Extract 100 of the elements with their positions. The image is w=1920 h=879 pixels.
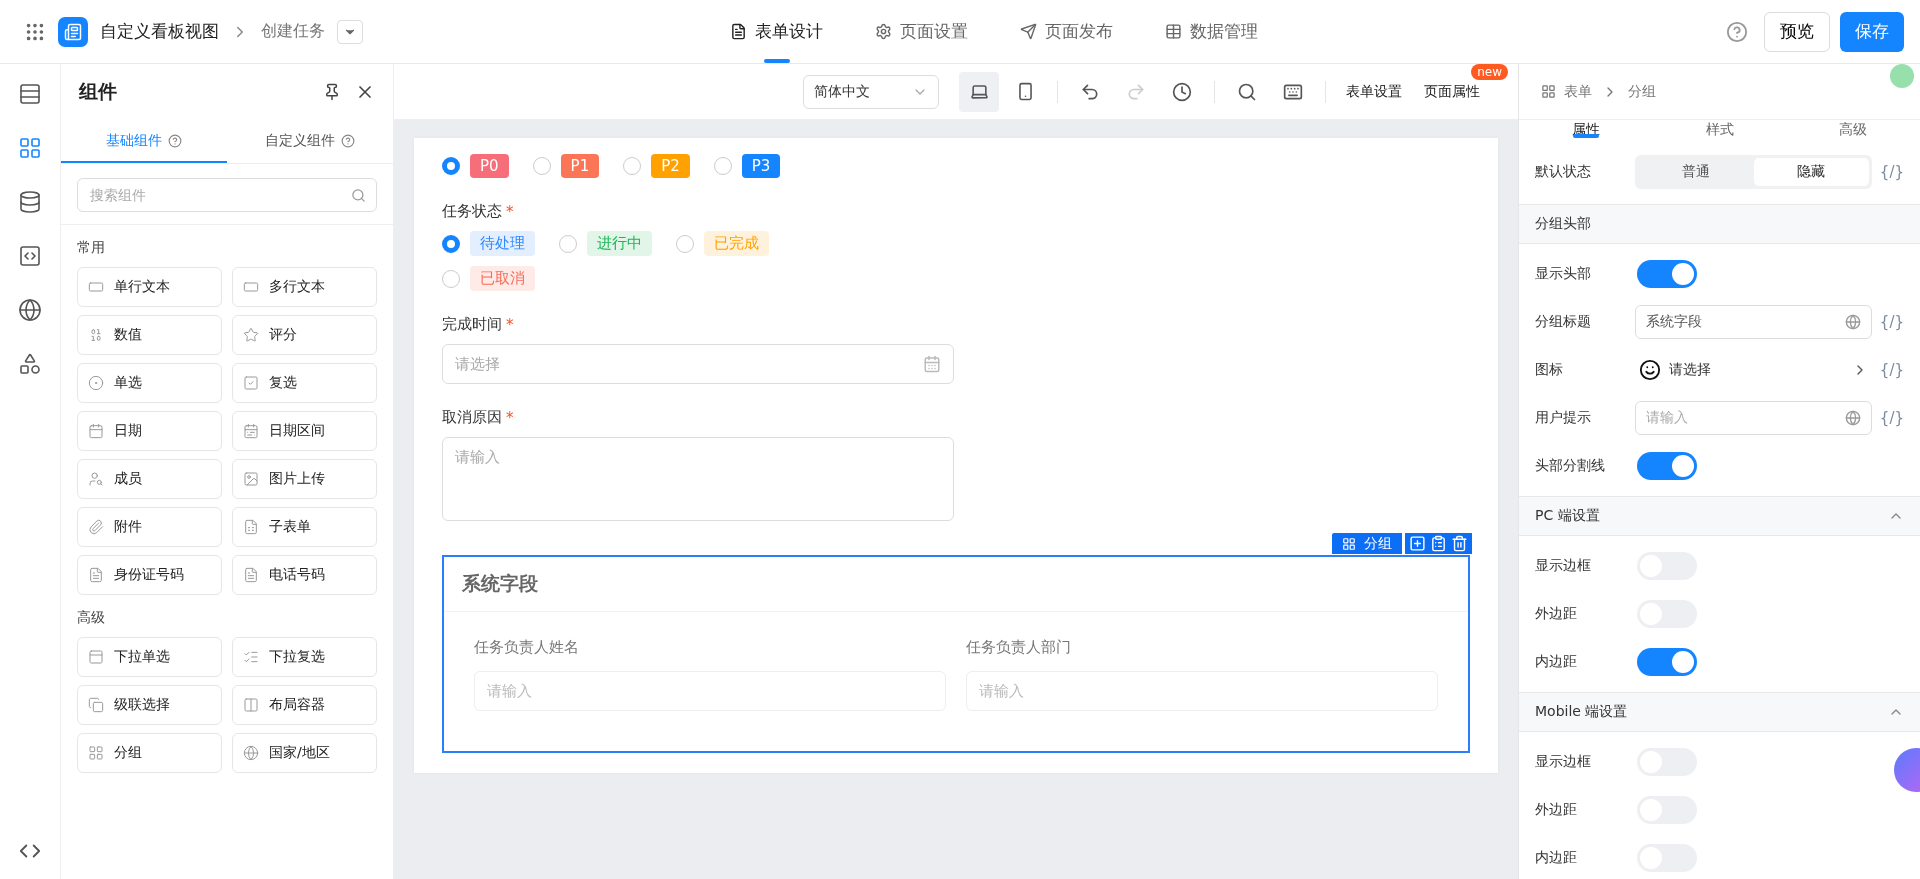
- expression-button[interactable]: {/}: [1879, 163, 1904, 181]
- property-label: 图标: [1535, 361, 1564, 379]
- toolbar-link[interactable]: 表单设置: [1338, 82, 1410, 101]
- property-label: 外边距: [1535, 801, 1578, 819]
- globe-icon: [1844, 410, 1861, 426]
- property-label: 默认状态: [1535, 163, 1592, 181]
- expression-button[interactable]: {/}: [1879, 313, 1904, 331]
- search-field[interactable]: 搜索组件: [77, 178, 377, 212]
- input-icon: [243, 279, 259, 295]
- component-item[interactable]: 布局容器: [232, 685, 377, 725]
- component-item[interactable]: 多行文本: [232, 267, 377, 307]
- input-icon: [88, 279, 104, 295]
- component-item[interactable]: 单选: [77, 363, 222, 403]
- nav-tab[interactable]: 表单设计: [724, 0, 829, 63]
- calendar-icon: [243, 423, 259, 439]
- segment-option[interactable]: 普通: [1638, 158, 1754, 186]
- paper-plane-icon: [1020, 23, 1037, 40]
- section-header[interactable]: PC 端设置: [1519, 496, 1920, 536]
- image-icon: [243, 471, 259, 487]
- group-title: 系统字段: [444, 557, 1468, 612]
- component-item[interactable]: 复选: [232, 363, 377, 403]
- radio-button[interactable]: [713, 157, 732, 175]
- nav-tab[interactable]: 页面设置: [869, 0, 974, 63]
- component-item[interactable]: 电话号码: [232, 555, 377, 595]
- grid-icon: [1342, 536, 1356, 551]
- add-icon[interactable]: [1409, 535, 1426, 552]
- section-header[interactable]: 分组头部: [1519, 204, 1920, 244]
- property-label: 内边距: [1535, 849, 1578, 867]
- nav-tab[interactable]: 页面发布: [1014, 0, 1119, 63]
- property-label: 显示边框: [1535, 557, 1592, 575]
- delete-icon[interactable]: [1451, 535, 1468, 552]
- field-label: 完成时间: [442, 315, 502, 334]
- radio-button[interactable]: [532, 157, 551, 175]
- page-name: 创建任务: [261, 21, 325, 42]
- property-label: 分组标题: [1535, 313, 1592, 331]
- radio-button[interactable]: [676, 234, 694, 253]
- component-item[interactable]: 成员: [77, 459, 222, 499]
- segment-option[interactable]: 隐藏: [1753, 158, 1869, 186]
- radio-icon: [88, 375, 104, 391]
- component-item[interactable]: 日期区间: [232, 411, 377, 451]
- required-mark: *: [506, 202, 514, 221]
- section-header[interactable]: Mobile 端设置: [1519, 692, 1920, 732]
- group-heading: 高级: [77, 608, 106, 627]
- nav-tab[interactable]: 数据管理: [1159, 0, 1264, 63]
- component-item[interactable]: 子表单: [232, 507, 377, 547]
- help-icon: [168, 133, 182, 148]
- component-item[interactable]: 级联选择: [77, 685, 222, 725]
- radio-button[interactable]: [442, 234, 460, 253]
- panel-tab[interactable]: 基础组件: [61, 120, 227, 163]
- panel-tab[interactable]: 自定义组件: [227, 120, 393, 163]
- field-label: 任务状态: [442, 202, 502, 221]
- option-tag: P1: [560, 154, 600, 178]
- toolbar-link[interactable]: 页面属性: [1416, 82, 1488, 101]
- breadcrumb-link[interactable]: 表单: [1541, 82, 1592, 101]
- paperclip-icon: [88, 519, 104, 535]
- component-item[interactable]: 分组: [77, 733, 222, 773]
- toggle-switch[interactable]: [1637, 260, 1697, 288]
- laptop-icon[interactable]: [959, 71, 999, 112]
- component-item[interactable]: 国家/地区: [232, 733, 377, 773]
- component-item[interactable]: 单行文本: [77, 267, 222, 307]
- toggle-switch[interactable]: [1637, 452, 1697, 480]
- radio-button[interactable]: [623, 157, 642, 175]
- required-mark: *: [506, 408, 514, 427]
- radio-button[interactable]: [559, 234, 577, 253]
- option-tag: P0: [470, 154, 509, 178]
- page-dropdown[interactable]: [337, 19, 363, 44]
- option-tag: 已完成: [704, 231, 769, 256]
- component-item[interactable]: 数值: [77, 315, 222, 355]
- expression-button[interactable]: {/}: [1879, 361, 1904, 379]
- expression-button[interactable]: {/}: [1879, 409, 1904, 427]
- field-label: 任务负责人姓名: [474, 638, 580, 657]
- breadcrumb-link[interactable]: 分组: [1628, 82, 1656, 101]
- component-item[interactable]: 下拉复选: [232, 637, 377, 677]
- columns-icon: [243, 697, 259, 713]
- checklist-icon: [243, 649, 259, 665]
- property-label: 内边距: [1535, 653, 1578, 671]
- field-label: 取消原因: [442, 408, 502, 427]
- user-icon: [88, 471, 104, 487]
- smiley-icon: [1639, 359, 1662, 381]
- save-button[interactable]: 保存: [1840, 11, 1904, 52]
- component-item[interactable]: 下拉单选: [77, 637, 222, 677]
- star-icon: [243, 327, 259, 343]
- property-tab[interactable]: 样式: [1652, 120, 1787, 140]
- component-item[interactable]: 日期: [77, 411, 222, 451]
- component-item[interactable]: 评分: [232, 315, 377, 355]
- calendar-icon: [88, 423, 104, 439]
- language-select[interactable]: 简体中文: [803, 74, 939, 109]
- icon-picker[interactable]: 请选择: [1635, 353, 1872, 387]
- help-icon[interactable]: [1726, 20, 1748, 43]
- property-tab[interactable]: 高级: [1786, 120, 1920, 140]
- input-field[interactable]: 系统字段: [1635, 305, 1872, 339]
- help-icon: [341, 133, 355, 148]
- radio-button[interactable]: [442, 157, 460, 175]
- option-tag: 待处理: [470, 231, 535, 256]
- component-item[interactable]: 身份证号码: [77, 555, 222, 595]
- preview-button[interactable]: 预览: [1764, 11, 1830, 52]
- component-item[interactable]: 图片上传: [232, 459, 377, 499]
- toggle-switch[interactable]: [1637, 648, 1697, 676]
- component-item[interactable]: 附件: [77, 507, 222, 547]
- radio-button[interactable]: [442, 269, 460, 288]
